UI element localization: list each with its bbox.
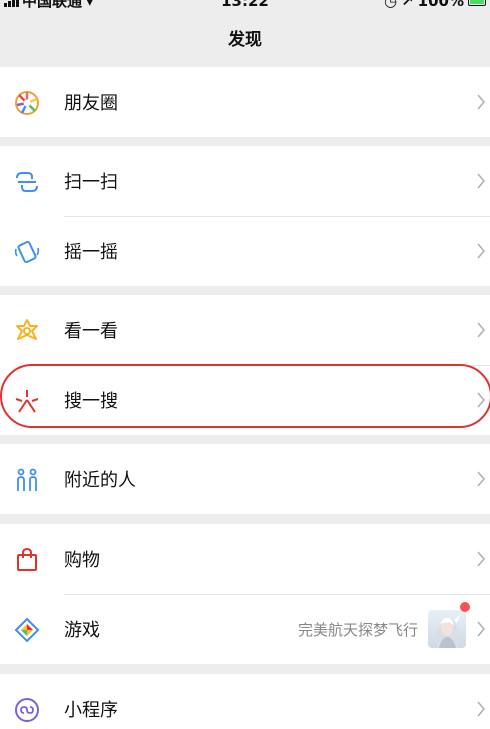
search-icon xyxy=(15,390,39,413)
mini-programs-icon xyxy=(15,698,39,722)
shopping-bag-icon xyxy=(17,547,37,571)
group-scan-shake: 扫一扫 摇一摇 xyxy=(0,146,490,286)
people-nearby-icon xyxy=(17,468,37,491)
page-title: 发现 xyxy=(228,30,262,50)
notification-dot xyxy=(460,602,470,612)
menu-item-label: 摇一摇 xyxy=(64,242,118,263)
status-right: ◷ ↗ 100% xyxy=(384,0,486,11)
top-stories-icon xyxy=(16,319,38,340)
games-promo-text: 完美航天探梦飞行 xyxy=(297,620,418,639)
menu-item-label: 小程序 xyxy=(64,700,118,721)
menu-item-scan[interactable]: 扫一扫 xyxy=(0,146,490,216)
shake-icon xyxy=(14,240,40,264)
menu-item-label: 看一看 xyxy=(64,321,118,342)
chevron-right-icon xyxy=(477,243,486,259)
group-people-nearby: 附近的人 xyxy=(0,444,490,514)
group-moments: 朋友圈 xyxy=(0,67,490,137)
menu-item-label: 游戏 xyxy=(64,620,100,641)
status-bar: 中国联通 ▾ 13:22 ◷ ↗ 100% xyxy=(0,0,490,14)
menu-item-shake[interactable]: 摇一摇 xyxy=(0,216,490,286)
chevron-right-icon xyxy=(477,94,486,110)
menu-item-label: 附近的人 xyxy=(64,470,136,491)
game-avatar xyxy=(428,610,466,648)
menu-item-people-nearby[interactable]: 附近的人 xyxy=(0,444,490,514)
group-mini-programs: 小程序 xyxy=(0,674,490,729)
menu-item-label: 扫一扫 xyxy=(64,172,118,193)
menu-item-games[interactable]: 游戏 完美航天探梦飞行 xyxy=(0,594,490,664)
chevron-right-icon xyxy=(477,471,486,487)
nav-bar: 发现 xyxy=(0,14,490,66)
battery-icon xyxy=(468,0,486,6)
chevron-right-icon xyxy=(477,551,486,567)
games-icon xyxy=(14,617,40,643)
menu-item-label: 搜一搜 xyxy=(64,391,118,412)
group-shopping-games: 购物 游戏 完美航天探梦飞行 xyxy=(0,524,490,664)
chevron-right-icon xyxy=(477,392,486,408)
battery-percent: 100% xyxy=(417,0,464,10)
moments-icon xyxy=(15,91,39,115)
chevron-right-icon xyxy=(477,173,486,189)
menu-item-shopping[interactable]: 购物 xyxy=(0,524,490,594)
menu-item-label: 朋友圈 xyxy=(64,93,118,114)
alarm-icon: ◷ xyxy=(383,0,398,10)
games-promo: 完美航天探梦飞行 xyxy=(298,610,466,648)
menu-item-label: 购物 xyxy=(64,550,100,571)
game-character-image xyxy=(436,614,461,648)
menu-item-search[interactable]: 搜一搜 xyxy=(0,365,490,435)
chevron-right-icon xyxy=(477,701,486,717)
scan-icon xyxy=(16,172,38,192)
chevron-right-icon xyxy=(477,322,486,338)
menu-item-top-stories[interactable]: 看一看 xyxy=(0,295,490,365)
menu-item-moments[interactable]: 朋友圈 xyxy=(0,67,490,137)
chevron-right-icon xyxy=(477,621,486,637)
group-stories-search: 看一看 搜一搜 xyxy=(0,295,490,435)
location-icon: ↗ xyxy=(401,0,414,10)
menu-item-mini-programs[interactable]: 小程序 xyxy=(0,674,490,729)
